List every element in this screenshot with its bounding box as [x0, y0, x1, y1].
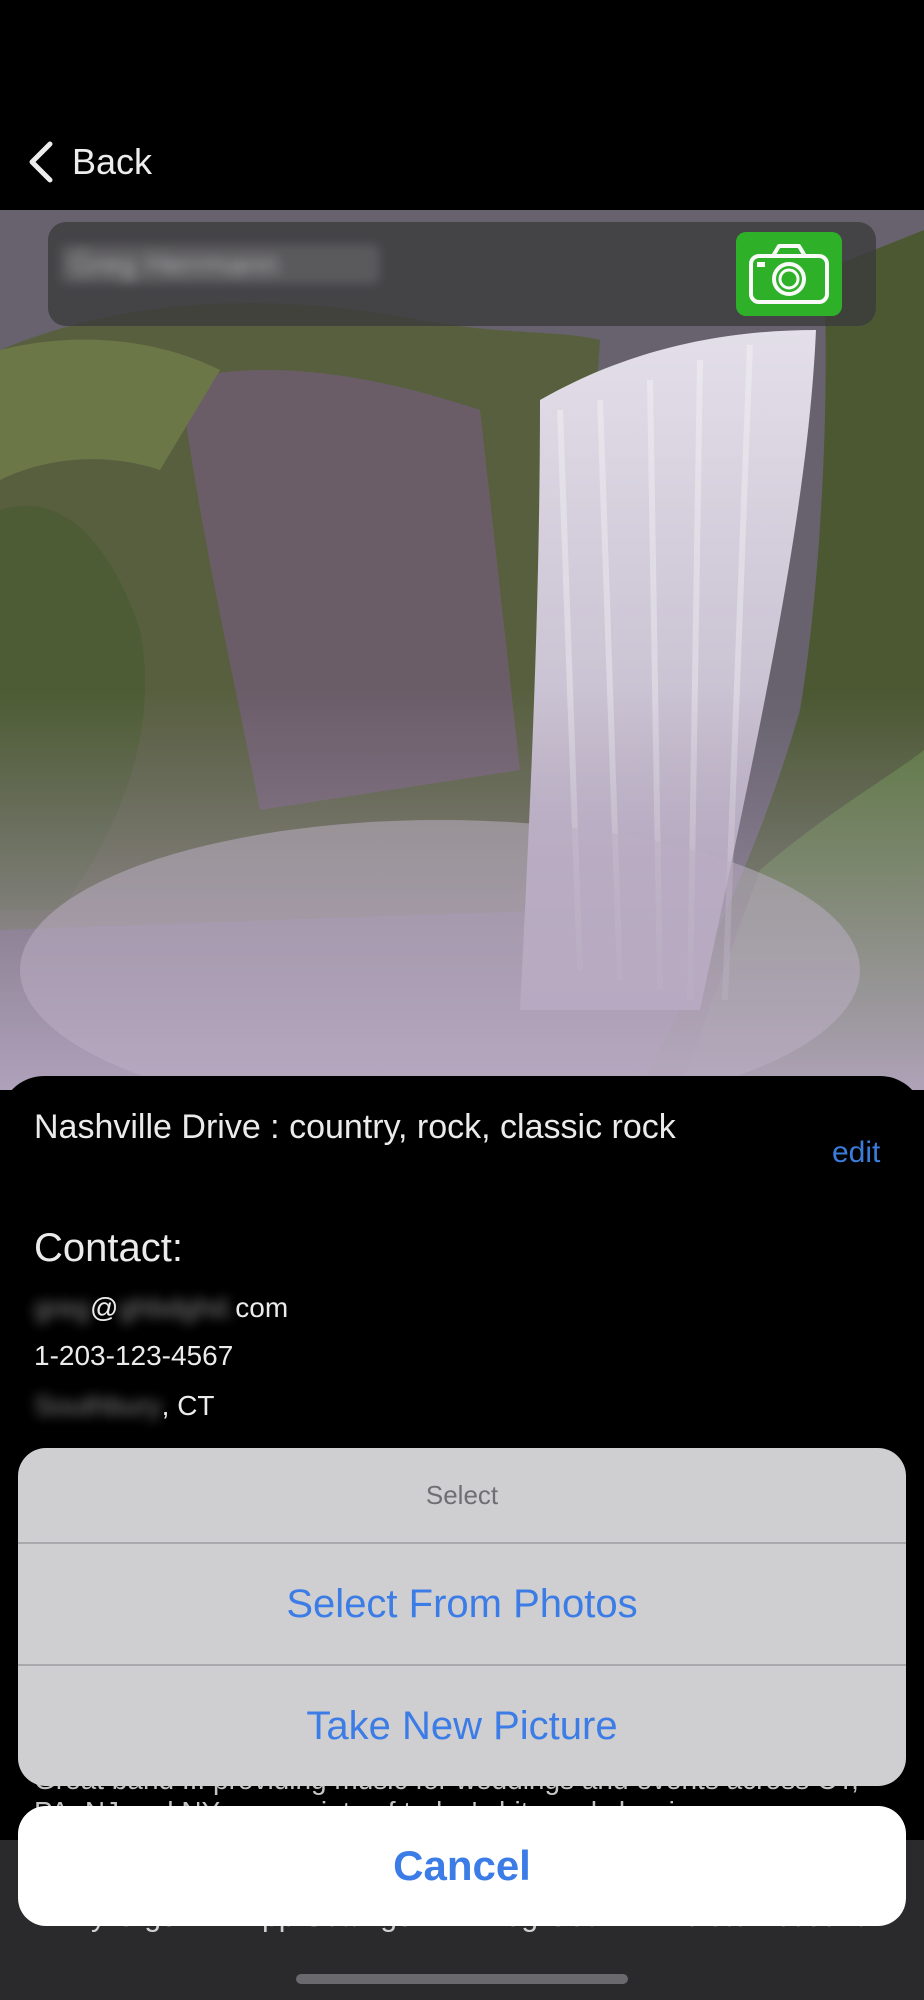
take-new-picture-button[interactable]: Take New Picture [18, 1666, 906, 1786]
home-indicator [296, 1974, 628, 1984]
action-sheet: Select Select From Photos Take New Pictu… [18, 1448, 906, 1786]
action-sheet-title: Select [425, 1479, 499, 1510]
select-from-photos-button[interactable]: Select From Photos [18, 1544, 906, 1664]
cancel-button[interactable]: Cancel [18, 1806, 906, 1926]
